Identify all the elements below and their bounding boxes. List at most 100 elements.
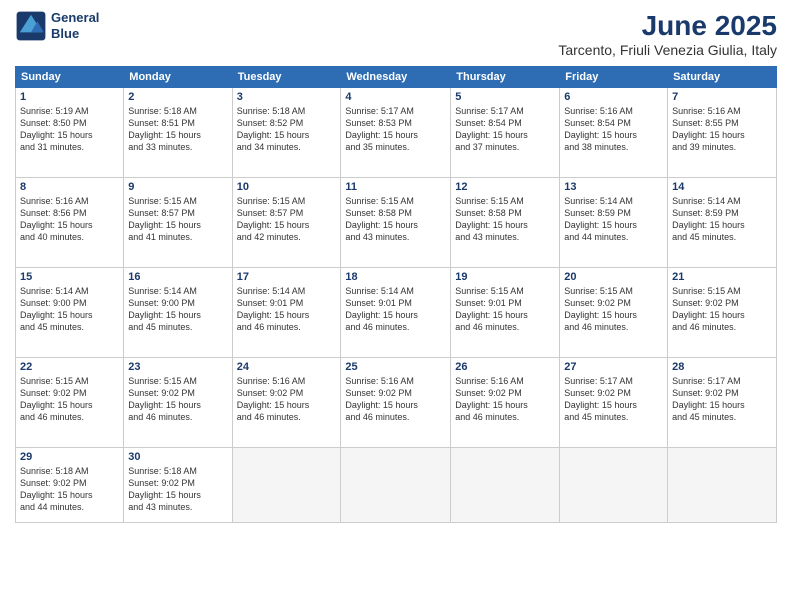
logo-line1: General [51, 10, 99, 26]
day-number: 13 [564, 181, 663, 193]
day-info: Sunrise: 5:16 AM Sunset: 8:54 PM Dayligh… [564, 105, 663, 154]
table-row: 12Sunrise: 5:15 AM Sunset: 8:58 PM Dayli… [451, 178, 560, 268]
day-info: Sunrise: 5:18 AM Sunset: 8:52 PM Dayligh… [237, 105, 337, 154]
table-row [451, 448, 560, 523]
day-number: 16 [128, 271, 227, 283]
day-info: Sunrise: 5:15 AM Sunset: 9:02 PM Dayligh… [672, 285, 772, 334]
col-friday: Friday [560, 67, 668, 88]
location: Tarcento, Friuli Venezia Giulia, Italy [558, 42, 777, 58]
day-info: Sunrise: 5:14 AM Sunset: 9:01 PM Dayligh… [345, 285, 446, 334]
table-row: 30 Sunrise: 5:18 AM Sunset: 9:02 PM Dayli… [124, 448, 232, 523]
day-info: Sunrise: 5:14 AM Sunset: 8:59 PM Dayligh… [672, 195, 772, 244]
table-row [341, 448, 451, 523]
table-row: 5Sunrise: 5:17 AM Sunset: 8:54 PM Daylig… [451, 88, 560, 178]
table-row: 16 Sunrise: 5:14 AM Sunset: 9:00 PM Dayli… [124, 268, 232, 358]
table-row: 17Sunrise: 5:14 AM Sunset: 9:01 PM Dayli… [232, 268, 341, 358]
day-number: 9 [128, 181, 227, 193]
table-row: 4Sunrise: 5:17 AM Sunset: 8:53 PM Daylig… [341, 88, 451, 178]
col-wednesday: Wednesday [341, 67, 451, 88]
table-row: 3 Sunrise: 5:18 AM Sunset: 8:52 PM Daylig… [232, 88, 341, 178]
table-row: 24 Sunrise: 5:16 AM Sunset: 9:02 PM Dayli… [232, 358, 341, 448]
day-info: Sunrise: 5:14 AM Sunset: 9:01 PM Dayligh… [237, 285, 337, 334]
day-info: Sunrise: 5:19 AM Sunset: 8:50 PM Dayligh… [20, 105, 119, 154]
table-row: 20Sunrise: 5:15 AM Sunset: 9:02 PM Dayli… [560, 268, 668, 358]
header: General Blue June 2025 Tarcento, Friuli … [15, 10, 777, 58]
logo-text: General Blue [51, 10, 99, 41]
col-sunday: Sunday [16, 67, 124, 88]
day-number: 25 [345, 361, 446, 373]
day-number: 24 [237, 361, 337, 373]
day-info: Sunrise: 5:16 AM Sunset: 9:02 PM Dayligh… [345, 375, 446, 424]
table-row: 14 Sunrise: 5:14 AM Sunset: 8:59 PM Dayli… [668, 178, 777, 268]
day-number: 23 [128, 361, 227, 373]
day-number: 1 [20, 91, 119, 103]
page: General Blue June 2025 Tarcento, Friuli … [0, 0, 792, 612]
day-info: Sunrise: 5:16 AM Sunset: 8:55 PM Dayligh… [672, 105, 772, 154]
day-info: Sunrise: 5:15 AM Sunset: 9:01 PM Dayligh… [455, 285, 555, 334]
day-number: 22 [20, 361, 119, 373]
day-number: 8 [20, 181, 119, 193]
day-number: 3 [237, 91, 337, 103]
table-row: 1 Sunrise: 5:19 AM Sunset: 8:50 PM Daylig… [16, 88, 124, 178]
col-monday: Monday [124, 67, 232, 88]
table-row: 26Sunrise: 5:16 AM Sunset: 9:02 PM Dayli… [451, 358, 560, 448]
logo-icon [15, 10, 47, 42]
day-info: Sunrise: 5:14 AM Sunset: 9:00 PM Dayligh… [20, 285, 119, 334]
table-row: 28Sunrise: 5:17 AM Sunset: 9:02 PM Dayli… [668, 358, 777, 448]
day-info: Sunrise: 5:15 AM Sunset: 9:02 PM Dayligh… [20, 375, 119, 424]
day-info: Sunrise: 5:17 AM Sunset: 8:54 PM Dayligh… [455, 105, 555, 154]
table-row: 8 Sunrise: 5:16 AM Sunset: 8:56 PM Daylig… [16, 178, 124, 268]
table-row: 13 Sunrise: 5:14 AM Sunset: 8:59 PM Dayli… [560, 178, 668, 268]
month-title: June 2025 [558, 10, 777, 42]
table-row: 27 Sunrise: 5:17 AM Sunset: 9:02 PM Dayli… [560, 358, 668, 448]
day-number: 27 [564, 361, 663, 373]
day-number: 10 [237, 181, 337, 193]
day-number: 15 [20, 271, 119, 283]
day-info: Sunrise: 5:16 AM Sunset: 8:56 PM Dayligh… [20, 195, 119, 244]
day-number: 29 [20, 451, 119, 463]
day-info: Sunrise: 5:16 AM Sunset: 9:02 PM Dayligh… [455, 375, 555, 424]
col-tuesday: Tuesday [232, 67, 341, 88]
table-row: 6Sunrise: 5:16 AM Sunset: 8:54 PM Daylig… [560, 88, 668, 178]
day-info: Sunrise: 5:18 AM Sunset: 9:02 PM Dayligh… [20, 465, 119, 514]
table-row: 21 Sunrise: 5:15 AM Sunset: 9:02 PM Dayli… [668, 268, 777, 358]
table-row: 25 Sunrise: 5:16 AM Sunset: 9:02 PM Dayli… [341, 358, 451, 448]
table-row [232, 448, 341, 523]
table-row: 18 Sunrise: 5:14 AM Sunset: 9:01 PM Dayli… [341, 268, 451, 358]
logo: General Blue [15, 10, 99, 42]
day-number: 14 [672, 181, 772, 193]
table-row: 22 Sunrise: 5:15 AM Sunset: 9:02 PM Dayli… [16, 358, 124, 448]
title-block: June 2025 Tarcento, Friuli Venezia Giuli… [558, 10, 777, 58]
day-number: 20 [564, 271, 663, 283]
day-info: Sunrise: 5:15 AM Sunset: 8:57 PM Dayligh… [128, 195, 227, 244]
day-info: Sunrise: 5:18 AM Sunset: 8:51 PM Dayligh… [128, 105, 227, 154]
table-row [560, 448, 668, 523]
day-number: 11 [345, 181, 446, 193]
day-number: 21 [672, 271, 772, 283]
day-number: 4 [345, 91, 446, 103]
table-row: 23 Sunrise: 5:15 AM Sunset: 9:02 PM Dayli… [124, 358, 232, 448]
day-number: 18 [345, 271, 446, 283]
table-row: 2Sunrise: 5:18 AM Sunset: 8:51 PM Daylig… [124, 88, 232, 178]
table-row: 19 Sunrise: 5:15 AM Sunset: 9:01 PM Dayli… [451, 268, 560, 358]
day-number: 28 [672, 361, 772, 373]
day-info: Sunrise: 5:14 AM Sunset: 8:59 PM Dayligh… [564, 195, 663, 244]
table-row [668, 448, 777, 523]
day-info: Sunrise: 5:18 AM Sunset: 9:02 PM Dayligh… [128, 465, 227, 514]
day-info: Sunrise: 5:15 AM Sunset: 8:58 PM Dayligh… [345, 195, 446, 244]
col-saturday: Saturday [668, 67, 777, 88]
day-info: Sunrise: 5:16 AM Sunset: 9:02 PM Dayligh… [237, 375, 337, 424]
day-number: 12 [455, 181, 555, 193]
day-info: Sunrise: 5:15 AM Sunset: 9:02 PM Dayligh… [128, 375, 227, 424]
logo-line2: Blue [51, 26, 99, 42]
day-info: Sunrise: 5:14 AM Sunset: 9:00 PM Dayligh… [128, 285, 227, 334]
table-row: 9 Sunrise: 5:15 AM Sunset: 8:57 PM Daylig… [124, 178, 232, 268]
col-thursday: Thursday [451, 67, 560, 88]
table-row: 15 Sunrise: 5:14 AM Sunset: 9:00 PM Dayli… [16, 268, 124, 358]
day-info: Sunrise: 5:17 AM Sunset: 9:02 PM Dayligh… [564, 375, 663, 424]
day-number: 19 [455, 271, 555, 283]
weekday-header-row: Sunday Monday Tuesday Wednesday Thursday… [16, 67, 777, 88]
day-number: 30 [128, 451, 227, 463]
table-row: 11 Sunrise: 5:15 AM Sunset: 8:58 PM Dayli… [341, 178, 451, 268]
day-number: 7 [672, 91, 772, 103]
